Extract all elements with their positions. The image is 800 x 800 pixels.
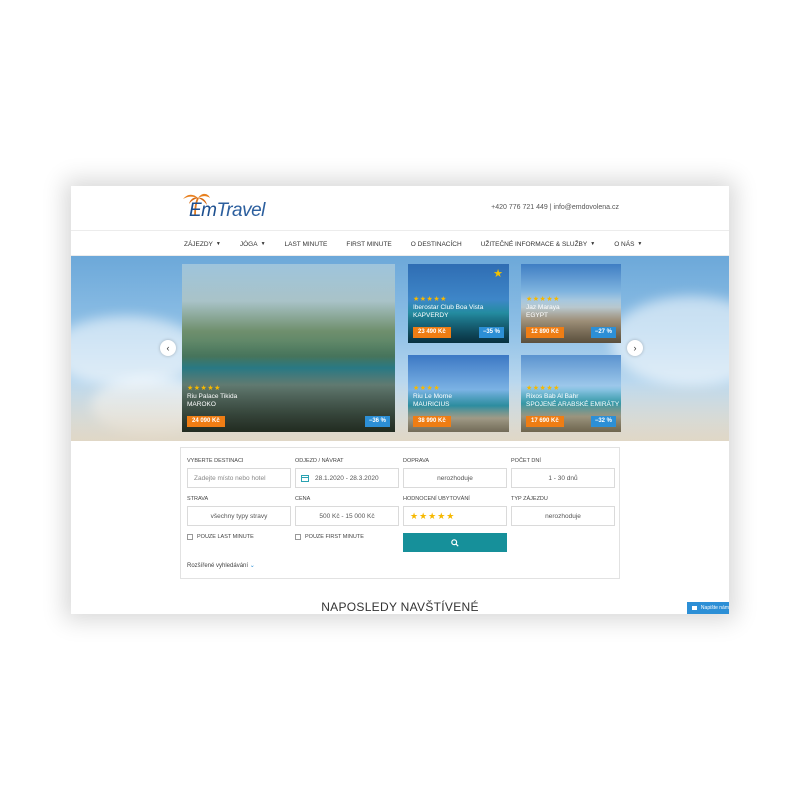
- calendar-icon: [301, 474, 309, 482]
- chat-label: Napište nám: [700, 605, 729, 611]
- chevron-right-icon: ›: [633, 343, 637, 353]
- board-select[interactable]: všechny typy stravy: [187, 506, 291, 526]
- star-rating: ★★★★★: [526, 296, 560, 303]
- nav-item-1[interactable]: JÓGA ▼: [240, 241, 266, 248]
- country-name: KAPVERDY: [413, 312, 449, 319]
- advanced-search-label: Rozšířené vyhledávání: [187, 563, 249, 569]
- nav-item-label: FIRST MINUTE: [346, 240, 392, 248]
- last-minute-label: POUZE LAST MINUTE: [197, 534, 254, 540]
- last-minute-checkbox[interactable]: POUZE LAST MINUTE: [187, 534, 254, 540]
- chat-widget-button[interactable]: Napište nám: [687, 602, 729, 614]
- nav-item-4[interactable]: O DESTINACÍCH: [411, 241, 462, 248]
- days-label: POČET DNÍ: [511, 458, 541, 464]
- nav-item-label: LAST MINUTE: [284, 240, 328, 248]
- search-form: VYBERTE DESTINACI Zadejte místo nebo hot…: [180, 447, 620, 579]
- discount-badge: −35 %: [478, 327, 504, 338]
- envelope-icon: [692, 606, 697, 610]
- star-rating: ★★★★★: [526, 385, 560, 392]
- offer-card-4[interactable]: ★★★★ Riu Le Morne MAURICIUS 38 990 Kč: [408, 355, 509, 432]
- caret-down-icon: ▼: [215, 241, 221, 247]
- transport-select[interactable]: nerozhoduje: [403, 468, 507, 488]
- offer-info: ★★★★ Riu Le Morne MAURICIUS 38 990 Kč: [413, 385, 504, 427]
- nav-item-label: JÓGA: [239, 240, 258, 248]
- discount-badge: −32 %: [590, 416, 616, 427]
- board-label: STRAVA: [187, 496, 209, 502]
- price-range-select[interactable]: 500 Kč - 15 000 Kč: [295, 506, 399, 526]
- logo-travel: Travel: [216, 200, 266, 221]
- country-name: SPOJENÉ ARABSKÉ EMIRÁTY: [526, 401, 620, 408]
- nav-item-6[interactable]: O NÁS ▼: [614, 241, 642, 248]
- trip-type-label: TYP ZÁJEZDU: [511, 496, 548, 502]
- discount-badge: −36 %: [364, 416, 390, 427]
- chevron-down-icon: ⌄: [249, 563, 255, 569]
- rating-label: HODNOCENÍ UBYTOVÁNÍ: [403, 496, 470, 502]
- nav-item-0[interactable]: ZÁJEZDY ▼: [184, 241, 221, 248]
- carousel-next-button[interactable]: ›: [627, 340, 643, 356]
- hotel-name: Riu Le Morne: [413, 393, 453, 400]
- caret-down-icon: ▼: [590, 241, 596, 247]
- carousel-prev-button[interactable]: ‹: [160, 340, 176, 356]
- price-badge: 23 490 Kč: [413, 327, 451, 338]
- recently-visited-heading: NAPOSLEDY NAVŠTÍVENÉ: [321, 600, 479, 614]
- search-button[interactable]: [403, 533, 507, 552]
- hotel-name: Iberostar Club Boa Vista: [413, 304, 484, 311]
- main-navigation: ZÁJEZDY ▼ JÓGA ▼ LAST MINUTE FIRST MINUTE O DE…: [71, 230, 729, 256]
- star-rating: ★★★★★: [413, 296, 447, 303]
- offer-card-1[interactable]: ★★★★★ Riu Palace Tikida MAROKO 24 090 Kč…: [182, 264, 395, 432]
- star-rating: ★★★★★: [187, 385, 221, 392]
- page-background: EmTravel +420 776 721 449 | info@emdovol…: [0, 0, 800, 800]
- cloud-decoration: [611, 296, 729, 386]
- hotel-name: Rixos Bab Al Bahr: [526, 393, 579, 400]
- dates-value: 28.1.2020 - 28.3.2020: [315, 474, 379, 482]
- dates-label: ODJEZD / NÁVRAT: [295, 458, 344, 464]
- offer-card-2[interactable]: ★ ★★★★★ Iberostar Club Boa Vista KAPVERD…: [408, 264, 509, 343]
- offer-info: ★★★★★ Riu Palace Tikida MAROKO 24 090 Kč: [187, 385, 390, 427]
- search-icon: [451, 538, 459, 547]
- transport-label: DOPRAVA: [403, 458, 430, 464]
- trip-type-select[interactable]: nerozhoduje: [511, 506, 615, 526]
- first-minute-checkbox[interactable]: POUZE FIRST MINUTE: [295, 534, 364, 540]
- hotel-name: Riu Palace Tikida: [187, 393, 238, 400]
- rating-select[interactable]: ★★★★★: [403, 506, 507, 526]
- website-screenshot: EmTravel +420 776 721 449 | info@emdovol…: [71, 186, 729, 614]
- caret-down-icon: ▼: [637, 241, 643, 247]
- star-rating: ★★★★: [413, 385, 441, 392]
- offer-card-3[interactable]: ★★★★★ Jaz Maraya EGYPT 12 890 Kč −27 %: [521, 264, 621, 343]
- price-badge: 12 890 Kč: [526, 327, 564, 338]
- contact-info[interactable]: +420 776 721 449 | info@emdovolena.cz: [491, 204, 619, 211]
- days-select[interactable]: 1 - 30 dnů: [511, 468, 615, 488]
- country-name: MAURICIUS: [413, 401, 450, 408]
- country-name: MAROKO: [187, 401, 216, 408]
- price-badge: 24 090 Kč: [187, 416, 225, 427]
- price-badge: 38 990 Kč: [413, 416, 451, 427]
- nav-item-label: UŽITEČNÉ INFORMACE & SLUŽBY: [480, 240, 588, 248]
- price-label: CENA: [295, 496, 311, 502]
- nav-item-3[interactable]: FIRST MINUTE: [346, 241, 391, 248]
- nav-items: ZÁJEZDY ▼ JÓGA ▼ LAST MINUTE FIRST MINUTE O DE…: [184, 231, 661, 257]
- checkbox-box: [295, 534, 301, 540]
- nav-item-label: O NÁS: [614, 240, 635, 248]
- destination-input[interactable]: Zadejte místo nebo hotel: [187, 468, 291, 488]
- checkbox-box: [187, 534, 193, 540]
- chevron-left-icon: ‹: [166, 343, 170, 353]
- nav-item-label: O DESTINACÍCH: [410, 240, 462, 248]
- hero-carousel: ★★★★★ Riu Palace Tikida MAROKO 24 090 Kč…: [71, 256, 729, 441]
- first-minute-label: POUZE FIRST MINUTE: [305, 534, 364, 540]
- caret-down-icon: ▼: [260, 241, 266, 247]
- destination-label: VYBERTE DESTINACI: [187, 458, 244, 464]
- nav-item-2[interactable]: LAST MINUTE: [285, 241, 328, 248]
- hero-beach-blur: [71, 381, 729, 441]
- nav-item-label: ZÁJEZDY: [184, 240, 213, 248]
- dates-input[interactable]: 28.1.2020 - 28.3.2020: [295, 468, 399, 488]
- discount-badge: −27 %: [590, 327, 616, 338]
- offer-card-5[interactable]: ★★★★★ Rixos Bab Al Bahr SPOJENÉ ARABSKÉ …: [521, 355, 621, 432]
- hotel-brand-star-icon: ★: [493, 268, 503, 280]
- advanced-search-link[interactable]: Rozšířené vyhledávání ⌄: [187, 562, 255, 569]
- logo-em: Em: [189, 200, 217, 221]
- price-badge: 17 690 Kč: [526, 416, 564, 427]
- brand-logo[interactable]: EmTravel: [189, 200, 265, 222]
- country-name: EGYPT: [526, 312, 549, 319]
- hotel-name: Jaz Maraya: [526, 304, 560, 311]
- nav-item-5[interactable]: UŽITEČNÉ INFORMACE & SLUŽBY ▼: [481, 241, 596, 248]
